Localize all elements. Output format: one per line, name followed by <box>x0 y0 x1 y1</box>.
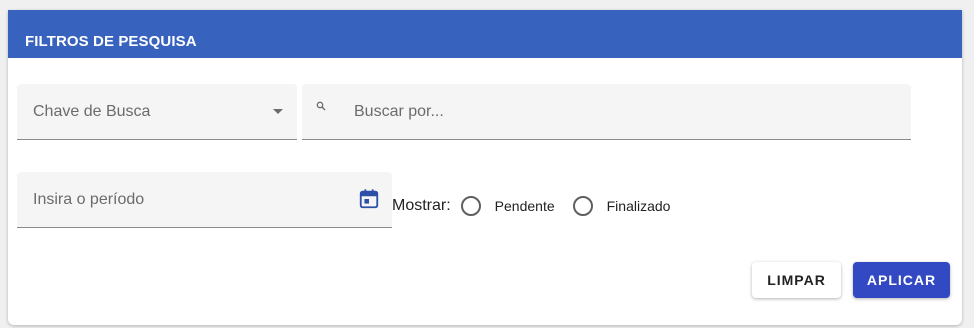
dropdown-caret-icon <box>273 109 283 114</box>
radio-circle[interactable] <box>572 196 593 216</box>
search-icon <box>316 101 326 111</box>
search-input[interactable] <box>354 101 874 123</box>
radio-pendente[interactable]: Pendente <box>460 196 555 216</box>
apply-button[interactable]: APLICAR <box>853 262 950 298</box>
radio-circle[interactable] <box>460 196 481 216</box>
radio-finalizado[interactable]: Finalizado <box>572 196 671 216</box>
clear-button[interactable]: LIMPAR <box>752 262 841 298</box>
search-key-select[interactable]: Chave de Busca <box>17 84 297 140</box>
radio-pendente-label: Pendente <box>494 198 555 214</box>
search-filters-card: FILTROS DE PESQUISA Chave de Busca Insir… <box>8 10 962 325</box>
search-field[interactable] <box>302 84 911 140</box>
card-header: FILTROS DE PESQUISA <box>8 10 962 58</box>
search-key-label: Chave de Busca <box>33 103 151 120</box>
card-title: FILTROS DE PESQUISA <box>25 33 197 50</box>
calendar-icon[interactable] <box>358 188 380 210</box>
radio-finalizado-label: Finalizado <box>606 198 671 214</box>
period-label: Insira o período <box>33 191 145 208</box>
status-filter-group: Mostrar: Pendente Finalizado <box>392 194 688 218</box>
period-field[interactable]: Insira o período <box>17 172 392 228</box>
show-label: Mostrar: <box>392 197 451 214</box>
